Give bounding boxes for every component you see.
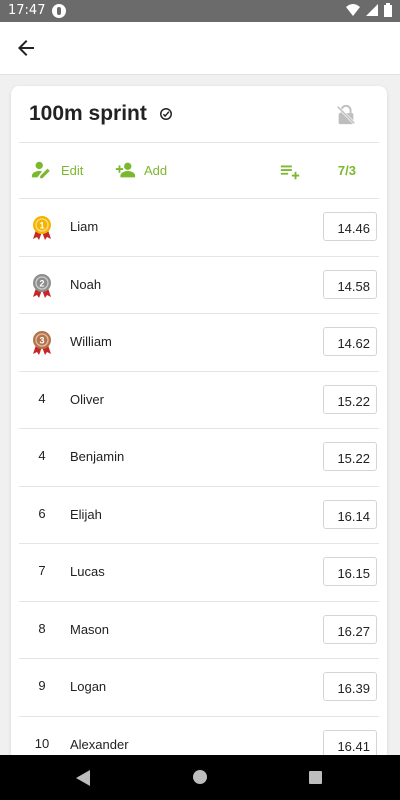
- rank-number: 4: [38, 448, 46, 463]
- add-label: Add: [144, 162, 168, 178]
- signal-icon: [366, 4, 378, 16]
- athlete-name: Alexander: [70, 736, 129, 752]
- battery-icon: [384, 3, 392, 17]
- table-row[interactable]: 7 Lucas 16.15: [19, 544, 379, 602]
- athlete-name: Noah: [70, 276, 102, 292]
- rank-number: 9: [38, 678, 46, 693]
- result-time-field[interactable]: 16.14: [323, 499, 377, 529]
- playlist-add-icon[interactable]: [279, 160, 301, 182]
- result-time-field[interactable]: 16.27: [323, 614, 377, 644]
- result-time-field[interactable]: 16.39: [323, 672, 377, 701]
- check-circle-icon: [160, 108, 172, 120]
- wifi-icon: [346, 4, 360, 16]
- athlete-name: Benjamin: [70, 449, 125, 464]
- result-time-field[interactable]: 14.62: [323, 327, 377, 356]
- lock-off-icon[interactable]: [335, 104, 357, 126]
- rank-number: 8: [38, 620, 46, 636]
- athlete-name: Oliver: [70, 391, 104, 407]
- table-row[interactable]: 1 Liam 14.46: [19, 199, 379, 257]
- nav-back-icon[interactable]: [76, 770, 90, 786]
- table-row[interactable]: 4 Benjamin 15.22: [19, 429, 379, 487]
- status-bar: 17:47: [0, 0, 400, 22]
- result-time-field[interactable]: 14.46: [323, 212, 377, 241]
- rank-number: 4: [38, 390, 46, 406]
- edit-label: Edit: [61, 162, 84, 178]
- medal-rank-number: 3: [39, 336, 44, 346]
- rank-number: 6: [38, 505, 46, 521]
- table-row[interactable]: 9 Logan 16.39: [19, 659, 379, 717]
- results-list: 1 Liam 14.46 2 Noah 14.58 3 William 14.62 4 Oliver…: [19, 199, 379, 766]
- person-edit-icon: [31, 161, 50, 179]
- event-title: 100m sprint: [29, 102, 147, 125]
- table-row[interactable]: 3 William 14.62: [19, 314, 379, 372]
- athlete-name: Logan: [70, 679, 107, 694]
- notification-app-icon: [52, 4, 66, 18]
- athlete-name: William: [70, 334, 112, 349]
- navigation-bar: [0, 755, 400, 800]
- status-time: 17:47: [8, 3, 46, 18]
- nav-recent-apps-icon[interactable]: [309, 771, 322, 784]
- edit-button[interactable]: Edit: [31, 159, 83, 181]
- app-bar: [0, 22, 400, 75]
- title-row: 100m sprint: [11, 86, 387, 142]
- gold-medal-icon: 1: [30, 215, 54, 241]
- athlete-name: Elijah: [70, 506, 102, 522]
- result-time-field[interactable]: 15.22: [323, 384, 377, 414]
- table-row[interactable]: 6 Elijah 16.14: [19, 487, 379, 544]
- person-add-icon: [115, 162, 136, 178]
- medal-rank-number: 2: [39, 278, 44, 288]
- result-time-field[interactable]: 14.58: [323, 269, 377, 299]
- athlete-name: Liam: [70, 219, 99, 234]
- bronze-medal-icon: 3: [30, 330, 54, 356]
- back-arrow-icon[interactable]: [14, 36, 38, 60]
- action-row: Edit Add 7/3: [11, 143, 387, 198]
- add-button[interactable]: Add: [114, 159, 167, 181]
- participant-counter[interactable]: 7/3: [338, 163, 356, 178]
- table-row[interactable]: 2 Noah 14.58: [19, 257, 379, 314]
- medal-rank-number: 1: [39, 221, 44, 231]
- silver-medal-icon: 2: [30, 273, 54, 299]
- result-time-field[interactable]: 15.22: [323, 442, 377, 471]
- table-row[interactable]: 4 Oliver 15.22: [19, 372, 379, 429]
- rank-number: 10: [34, 735, 50, 751]
- event-card: 100m sprint Edit Add 7/3 1 Liam 14.46 2 …: [11, 86, 387, 766]
- athlete-name: Lucas: [70, 564, 105, 579]
- nav-home-icon[interactable]: [193, 770, 207, 784]
- rank-number: 7: [38, 563, 46, 578]
- table-row[interactable]: 8 Mason 16.27: [19, 602, 379, 659]
- result-time-field[interactable]: 16.15: [323, 557, 377, 586]
- athlete-name: Mason: [70, 621, 110, 637]
- system-icons: [346, 3, 392, 17]
